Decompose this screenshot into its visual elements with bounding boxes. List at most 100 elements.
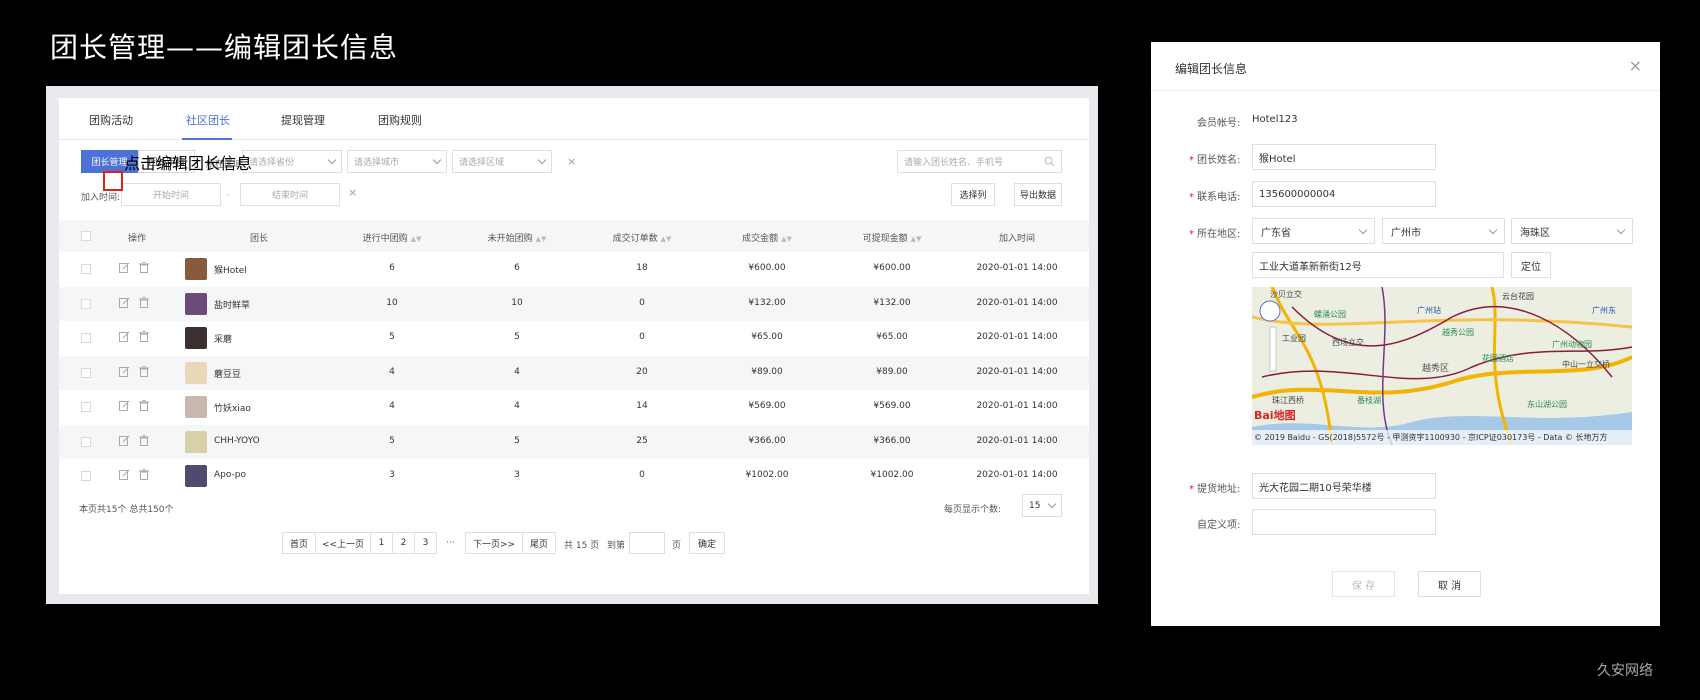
save-button[interactable]: 保 存 [1332, 571, 1395, 597]
col-orders[interactable]: 成交订单数 ▲▼ [613, 231, 672, 244]
row-checkbox[interactable] [81, 471, 91, 481]
province-select[interactable]: 请选择省份 [242, 150, 342, 173]
delete-icon[interactable] [139, 331, 149, 342]
city-select[interactable]: 广州市 [1382, 218, 1505, 244]
avatar [185, 327, 207, 349]
row-checkbox[interactable] [81, 402, 91, 412]
first-page-button[interactable]: 首页 [282, 532, 316, 554]
phone-input[interactable]: 135600000004 [1252, 181, 1436, 207]
col-amount[interactable]: 成交金额 ▲▼ [742, 231, 792, 244]
goto-page-input[interactable] [629, 532, 665, 554]
delete-icon[interactable] [139, 434, 149, 446]
col-ongoing[interactable]: 进行中团购 ▲▼ [363, 231, 422, 244]
cell-ongoing: 5 [389, 332, 395, 342]
edit-icon[interactable] [119, 435, 130, 446]
next-page-button[interactable]: 下一页>> [465, 532, 523, 554]
row-checkbox[interactable] [81, 367, 91, 378]
delete-icon[interactable] [139, 469, 149, 480]
col-withdrawable[interactable]: 可提现金额 ▲▼ [863, 231, 922, 244]
cell-orders: 0 [639, 332, 645, 342]
page-unit-label: 页 [672, 541, 682, 551]
cell-amount: ¥89.00 [751, 366, 783, 377]
edit-icon[interactable] [119, 400, 130, 411]
cell-upcoming: 4 [514, 401, 520, 411]
delete-icon[interactable] [139, 296, 149, 308]
tab-bar: 团购活动 社区团长 提现管理 团购规则 [59, 98, 1089, 140]
map-view[interactable]: Bai地图 © 2019 Baidu - GS(2018)5572号 - 甲测资… [1252, 287, 1632, 445]
row-checkbox[interactable] [81, 436, 91, 447]
chevron-down-icon [1616, 225, 1626, 234]
page-1-button[interactable]: 1 [370, 532, 393, 554]
city-select[interactable]: 请选择城市 [347, 150, 447, 173]
table-header: 操作 团长 进行中团购 ▲▼ 未开始团购 ▲▼ 成交订单数 ▲▼ 成交金额 ▲▼ 可提现… [59, 220, 1089, 252]
cell-ongoing: 10 [386, 297, 398, 308]
map-place: 螺涌公园 [1314, 310, 1346, 319]
clear-time-icon[interactable]: × [348, 186, 357, 199]
edit-icon[interactable] [119, 297, 130, 308]
row-checkbox[interactable] [81, 298, 91, 309]
custom-input[interactable] [1252, 509, 1436, 535]
province-select[interactable]: 广东省 [1252, 218, 1375, 244]
col-upcoming-label: 未开始团购 [487, 234, 533, 244]
goto-confirm-button[interactable]: 确定 [689, 532, 725, 554]
district-select[interactable]: 海珠区 [1511, 218, 1633, 244]
select-columns-button[interactable]: 选择列 [951, 183, 995, 206]
search-input[interactable]: 请输入团长姓名、手机号 [897, 150, 1062, 173]
table-row: 竹妖xiao 4 4 14 ¥569.00 ¥569.00 2020-01-01 14:00 [59, 390, 1089, 424]
tab-community-leader[interactable]: 社区团长 [186, 112, 230, 128]
col-upcoming[interactable]: 未开始团购 ▲▼ [488, 231, 547, 244]
end-time-input[interactable]: 结束时间 [240, 183, 340, 206]
map-place: 广州站 [1417, 306, 1441, 315]
edit-leader-dialog: 编辑团长信息 × 会员帐号: Hotel123 * 团长姓名: 猴Hotel * 联… [1151, 42, 1660, 626]
leader-name: 竹妖xiao [214, 404, 251, 414]
row-checkbox[interactable] [81, 333, 91, 343]
region-label-text: 所在地区: [1197, 229, 1241, 240]
name-label: * 团长姓名: [1189, 151, 1240, 166]
cancel-button[interactable]: 取 消 [1418, 571, 1481, 597]
tab-group-activity[interactable]: 团购活动 [89, 112, 133, 128]
phone-label: * 联系电话: [1189, 188, 1240, 203]
start-time-input[interactable]: 开始时间 [121, 183, 221, 206]
required-mark: * [1189, 229, 1194, 240]
pickup-label: * 提货地址: [1189, 480, 1240, 495]
tab-rules[interactable]: 团购规则 [378, 112, 422, 128]
edit-icon[interactable] [119, 331, 130, 342]
page-3-button[interactable]: 3 [414, 532, 437, 554]
end-placeholder: 结束时间 [271, 191, 308, 201]
cell-orders: 14 [636, 401, 648, 411]
cell-withdrawable: ¥600.00 [873, 263, 911, 273]
district-select[interactable]: 请选择区域 [452, 150, 552, 173]
chevron-down-icon [1047, 499, 1057, 509]
cell-amount: ¥65.00 [751, 332, 783, 342]
tab-withdraw[interactable]: 提现管理 [281, 112, 325, 128]
table-row: CHH-YOYO 5 5 25 ¥366.00 ¥366.00 2020-01-01 14:… [59, 424, 1089, 459]
map-logo: Bai地图 [1254, 409, 1296, 422]
row-checkbox[interactable] [81, 264, 91, 274]
pickup-address-input[interactable]: 光大花园二期10号荣华楼 [1252, 473, 1436, 499]
select-all-checkbox[interactable] [81, 231, 91, 241]
slide-title: 团长管理——编辑团长信息 [50, 31, 399, 64]
close-icon[interactable]: × [1629, 56, 1642, 75]
delete-icon[interactable] [139, 400, 149, 411]
cell-upcoming: 6 [514, 263, 520, 273]
edit-icon[interactable] [119, 366, 130, 377]
cell-upcoming: 4 [514, 366, 520, 377]
locate-button[interactable]: 定位 [1511, 252, 1551, 278]
page-2-button[interactable]: 2 [392, 532, 415, 554]
edit-icon[interactable] [119, 262, 130, 273]
search-icon[interactable] [1044, 156, 1055, 167]
prev-page-button[interactable]: <<上一页 [315, 532, 371, 554]
clear-region-icon[interactable]: × [567, 155, 576, 168]
leader-name-input[interactable]: 猴Hotel [1252, 144, 1436, 170]
chevron-down-icon [432, 155, 442, 165]
per-page-select[interactable]: 15 [1022, 494, 1062, 517]
last-page-button[interactable]: 尾页 [522, 532, 556, 554]
export-button[interactable]: 导出数据 [1014, 183, 1062, 206]
col-amount-label: 成交金额 [742, 234, 779, 244]
delete-icon[interactable] [139, 365, 149, 377]
required-mark: * [1189, 155, 1194, 166]
address-input[interactable]: 工业大道革新新街12号 [1252, 252, 1504, 278]
delete-icon[interactable] [139, 262, 149, 273]
account-label: 会员帐号: [1197, 118, 1241, 129]
edit-icon[interactable] [119, 469, 130, 480]
